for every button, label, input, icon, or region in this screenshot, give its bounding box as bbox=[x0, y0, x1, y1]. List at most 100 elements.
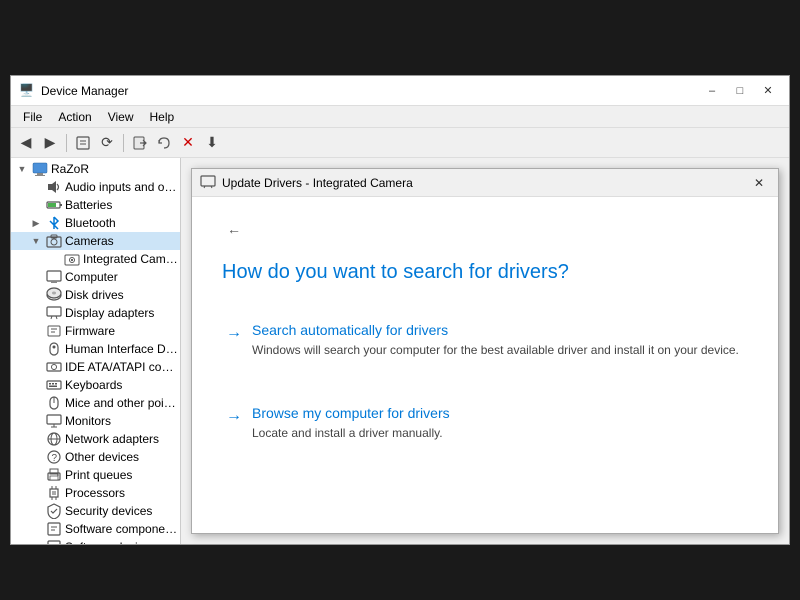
computer-label: Computer bbox=[65, 270, 118, 284]
tree-item-software-components[interactable]: Software components bbox=[11, 520, 180, 538]
integrated-camera-label: Integrated Camera bbox=[83, 252, 180, 266]
network-icon bbox=[46, 431, 62, 447]
option1-title: Search automatically for drivers bbox=[252, 322, 739, 338]
mice-icon bbox=[46, 395, 62, 411]
integrated-camera-icon bbox=[64, 251, 80, 267]
tree-item-computer[interactable]: Computer bbox=[11, 268, 180, 286]
rollback-icon bbox=[156, 135, 172, 151]
ide-label: IDE ATA/ATAPI controllers bbox=[65, 360, 180, 374]
dialog-nav: ← bbox=[222, 217, 748, 241]
toolbar-update[interactable] bbox=[129, 132, 151, 154]
tree-item-batteries[interactable]: Batteries bbox=[11, 196, 180, 214]
tree-item-cameras[interactable]: ▼ Cameras bbox=[11, 232, 180, 250]
toolbar-disable[interactable]: ✕ bbox=[177, 132, 199, 154]
tree-root[interactable]: ▼ RaZoR bbox=[11, 160, 180, 178]
tree-item-other[interactable]: ? Other devices bbox=[11, 448, 180, 466]
window-controls: – □ ✕ bbox=[699, 81, 781, 101]
dialog-content: ← How do you want to search for drivers?… bbox=[192, 197, 778, 533]
sw-components-label: Software components bbox=[65, 522, 180, 536]
minimize-button[interactable]: – bbox=[699, 81, 725, 101]
bluetooth-icon bbox=[46, 215, 62, 231]
tree-item-integrated-camera[interactable]: Integrated Camera bbox=[11, 250, 180, 268]
disk-expand bbox=[29, 288, 43, 302]
ide-icon bbox=[46, 359, 62, 375]
tree-item-software-devices[interactable]: Software devices bbox=[11, 538, 180, 544]
app-icon: 🖥️ bbox=[19, 83, 35, 99]
main-content: ▼ RaZoR bbox=[11, 158, 789, 544]
device-tree-panel[interactable]: ▼ RaZoR bbox=[11, 158, 181, 544]
toolbar-back[interactable]: ◀ bbox=[15, 132, 37, 154]
svg-text:?: ? bbox=[52, 453, 58, 464]
option1-desc: Windows will search your computer for th… bbox=[252, 342, 739, 359]
option1-arrow: → bbox=[226, 324, 242, 342]
other-label: Other devices bbox=[65, 450, 139, 464]
batteries-expand bbox=[29, 198, 43, 212]
toolbar-sep-2 bbox=[123, 134, 124, 152]
print-icon bbox=[46, 467, 62, 483]
tree-item-print[interactable]: Print queues bbox=[11, 466, 180, 484]
maximize-button[interactable]: □ bbox=[727, 81, 753, 101]
display-expand bbox=[29, 306, 43, 320]
dialog-title-icon bbox=[200, 173, 216, 192]
computer-icon bbox=[32, 161, 48, 177]
display-icon bbox=[46, 305, 62, 321]
mice-label: Mice and other pointing d... bbox=[65, 396, 180, 410]
dialog-close-button[interactable]: ✕ bbox=[748, 173, 770, 193]
browse-computer-option[interactable]: → Browse my computer for drivers Locate … bbox=[222, 397, 748, 450]
tree-item-processors[interactable]: Processors bbox=[11, 484, 180, 502]
mice-expand bbox=[29, 396, 43, 410]
menu-file[interactable]: File bbox=[15, 108, 50, 126]
firmware-icon bbox=[46, 323, 62, 339]
keyboards-expand bbox=[29, 378, 43, 392]
cameras-expand: ▼ bbox=[29, 234, 43, 248]
device-manager-window: 🖥️ Device Manager – □ ✕ File Action View… bbox=[10, 75, 790, 545]
disk-icon bbox=[46, 287, 62, 303]
menu-action[interactable]: Action bbox=[50, 108, 99, 126]
sw-components-icon bbox=[46, 521, 62, 537]
right-panel: Update Drivers - Integrated Camera ✕ ← H… bbox=[181, 158, 789, 544]
computer-tree-icon bbox=[46, 269, 62, 285]
dialog-title-left: Update Drivers - Integrated Camera bbox=[200, 173, 413, 192]
ide-expand bbox=[29, 360, 43, 374]
tree-item-mice[interactable]: Mice and other pointing d... bbox=[11, 394, 180, 412]
properties-icon bbox=[75, 135, 91, 151]
keyboard-icon bbox=[46, 377, 62, 393]
tree-item-network[interactable]: Network adapters bbox=[11, 430, 180, 448]
security-label: Security devices bbox=[65, 504, 152, 518]
root-expand-icon: ▼ bbox=[15, 162, 29, 176]
tree-item-monitors[interactable]: Monitors bbox=[11, 412, 180, 430]
bluetooth-label: Bluetooth bbox=[65, 216, 116, 230]
bluetooth-expand: ▶ bbox=[29, 216, 43, 230]
network-expand bbox=[29, 432, 43, 446]
toolbar-sep-1 bbox=[66, 134, 67, 152]
tree-item-disk[interactable]: Disk drives bbox=[11, 286, 180, 304]
title-bar: 🖥️ Device Manager – □ ✕ bbox=[11, 76, 789, 106]
toolbar-refresh[interactable]: ⟳ bbox=[96, 132, 118, 154]
search-automatically-option[interactable]: → Search automatically for drivers Windo… bbox=[222, 314, 748, 367]
cameras-icon bbox=[46, 233, 62, 249]
toolbar-forward[interactable]: ▶ bbox=[39, 132, 61, 154]
close-window-button[interactable]: ✕ bbox=[755, 81, 781, 101]
tree-item-bluetooth[interactable]: ▶ Bluetooth bbox=[11, 214, 180, 232]
update-driver-icon bbox=[132, 135, 148, 151]
display-label: Display adapters bbox=[65, 306, 154, 320]
option1-content: Search automatically for drivers Windows… bbox=[252, 322, 739, 359]
tree-item-firmware[interactable]: Firmware bbox=[11, 322, 180, 340]
tree-item-audio[interactable]: Audio inputs and outputs bbox=[11, 178, 180, 196]
menu-view[interactable]: View bbox=[100, 108, 142, 126]
disk-label: Disk drives bbox=[65, 288, 124, 302]
toolbar-uninstall[interactable]: ⬇ bbox=[201, 132, 223, 154]
tree-item-hid[interactable]: Human Interface Devices bbox=[11, 340, 180, 358]
tree-item-security[interactable]: Security devices bbox=[11, 502, 180, 520]
toolbar-properties[interactable] bbox=[72, 132, 94, 154]
tree-item-display[interactable]: Display adapters bbox=[11, 304, 180, 322]
toolbar-rollback[interactable] bbox=[153, 132, 175, 154]
tree-item-ide[interactable]: IDE ATA/ATAPI controllers bbox=[11, 358, 180, 376]
dialog-back-button[interactable]: ← bbox=[222, 217, 246, 241]
menu-help[interactable]: Help bbox=[142, 108, 183, 126]
processors-expand bbox=[29, 486, 43, 500]
tree-item-keyboards[interactable]: Keyboards bbox=[11, 376, 180, 394]
batteries-icon bbox=[46, 197, 62, 213]
sw-devices-icon bbox=[46, 539, 62, 544]
other-icon: ? bbox=[46, 449, 62, 465]
